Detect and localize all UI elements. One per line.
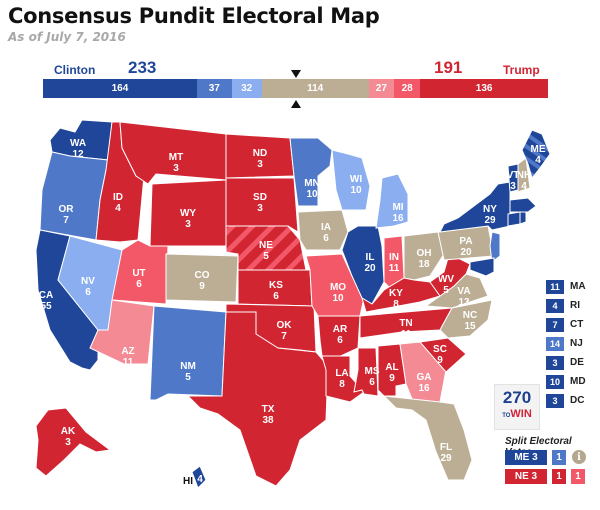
tally-segment-safe_rep: 136 bbox=[420, 79, 548, 98]
state-wy[interactable] bbox=[149, 179, 227, 247]
page-title: Consensus Pundit Electoral Map bbox=[8, 4, 380, 28]
split-ne-district-1[interactable]: 1 bbox=[552, 469, 566, 484]
small-state-label-md: MD bbox=[570, 376, 586, 387]
state-co[interactable] bbox=[165, 253, 239, 303]
tally-segment-lean_rep: 27 bbox=[368, 79, 395, 98]
small-state-ev-de[interactable]: 3 bbox=[546, 356, 564, 370]
state-mt[interactable] bbox=[119, 121, 227, 185]
small-state-ev-md[interactable]: 10 bbox=[546, 375, 564, 389]
split-ne-text: NE 3 bbox=[514, 471, 538, 482]
small-state-label-ct: CT bbox=[570, 319, 584, 330]
split-ne-label[interactable]: NE 3 bbox=[505, 469, 547, 484]
state-nd[interactable] bbox=[225, 133, 295, 179]
marker-270-bottom-icon bbox=[291, 100, 301, 108]
nj-shape[interactable] bbox=[489, 231, 501, 263]
logo-win: WIN bbox=[510, 408, 532, 420]
tally-segment-safe_dem: 164 bbox=[43, 79, 197, 98]
dem-total: 233 bbox=[128, 58, 157, 77]
state-ne[interactable] bbox=[225, 225, 307, 271]
ct-shape[interactable] bbox=[507, 211, 521, 227]
small-state-label-dc: DC bbox=[570, 395, 585, 406]
small-state-label-ri: RI bbox=[570, 300, 580, 311]
split-ne-district-2-value: 1 bbox=[575, 471, 581, 482]
small-state-label-nj: NJ bbox=[570, 338, 583, 349]
ri-shape[interactable] bbox=[519, 211, 527, 225]
split-ne-district-1-value: 1 bbox=[556, 471, 562, 482]
tally-segment-likely_rep: 28 bbox=[394, 79, 421, 98]
state-ms[interactable] bbox=[353, 347, 379, 397]
split-me-district-1[interactable]: 1 bbox=[552, 450, 566, 465]
state-ar[interactable] bbox=[317, 315, 361, 361]
small-state-ev-ct[interactable]: 7 bbox=[546, 318, 564, 332]
logo-number: 270 bbox=[502, 388, 532, 407]
tally-segment-likely_dem: 37 bbox=[196, 79, 232, 98]
state-ak[interactable] bbox=[35, 407, 112, 477]
marker-270-top-icon bbox=[291, 70, 301, 78]
small-state-ev-nj[interactable]: 14 bbox=[546, 337, 564, 351]
ma-shape[interactable] bbox=[509, 197, 537, 213]
state-ia[interactable] bbox=[297, 209, 349, 251]
state-sd[interactable] bbox=[225, 177, 299, 233]
state-mi[interactable] bbox=[375, 173, 409, 229]
split-me-label[interactable]: ME 3 bbox=[505, 450, 547, 465]
270towin-logo[interactable]: 270 TOWIN bbox=[494, 384, 540, 430]
small-state-ev-dc[interactable]: 3 bbox=[546, 394, 564, 408]
state-ny[interactable] bbox=[439, 181, 511, 233]
state-mn[interactable] bbox=[289, 137, 333, 207]
small-state-ev-ma[interactable]: 11 bbox=[546, 280, 564, 294]
electoral-tally-bar: 164 37 32 114 27 28 136 bbox=[43, 79, 548, 98]
small-state-label-de: DE bbox=[570, 357, 584, 368]
info-icon[interactable]: i bbox=[572, 450, 586, 464]
state-oh[interactable] bbox=[403, 231, 445, 281]
state-hi[interactable] bbox=[191, 465, 207, 489]
tally-segment-lean_dem: 32 bbox=[231, 79, 262, 98]
split-me-text: ME 3 bbox=[514, 452, 538, 463]
split-me-district-1-value: 1 bbox=[556, 452, 562, 463]
state-fl[interactable] bbox=[382, 395, 473, 481]
state-wi[interactable] bbox=[331, 149, 371, 211]
tally-segment-tossup: 114 bbox=[261, 79, 369, 98]
state-vt[interactable] bbox=[507, 163, 519, 193]
md-de-shape[interactable] bbox=[469, 257, 495, 277]
rep-total: 191 bbox=[434, 58, 463, 77]
state-ks[interactable] bbox=[237, 269, 313, 307]
small-state-ev-ri[interactable]: 4 bbox=[546, 299, 564, 313]
dem-candidate-name: Clinton bbox=[54, 63, 96, 77]
as-of-date: As of July 7, 2016 bbox=[8, 30, 126, 44]
state-label-hi: HI bbox=[183, 476, 193, 487]
state-nm[interactable] bbox=[149, 305, 227, 401]
state-tn[interactable] bbox=[359, 307, 453, 339]
split-ne-district-2[interactable]: 1 bbox=[571, 469, 585, 484]
small-state-label-ma: MA bbox=[570, 281, 586, 292]
rep-candidate-name: Trump bbox=[503, 63, 540, 77]
